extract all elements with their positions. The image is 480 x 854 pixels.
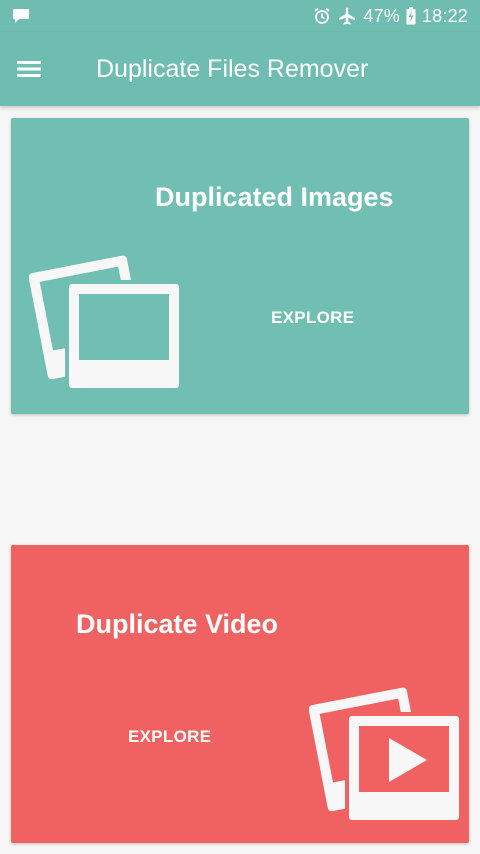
photos-icon: [29, 255, 179, 390]
status-bar: 47% 18:22: [0, 0, 480, 32]
status-icons: 47% 18:22: [313, 4, 468, 28]
menu-icon: [17, 61, 41, 77]
duplicate-video-title: Duplicate Video: [76, 609, 279, 639]
app-bar: Duplicate Files Remover: [0, 32, 480, 106]
duplicate-video-card[interactable]: Duplicate Video EXPLORE: [11, 545, 469, 843]
chat-notification-icon: [13, 9, 29, 23]
app-title: Duplicate Files Remover: [96, 55, 369, 83]
battery-percent: 47%: [363, 5, 400, 26]
explore-images-button[interactable]: EXPLORE: [271, 308, 354, 328]
video-photos-icon: [309, 687, 459, 822]
clock: 18:22: [421, 5, 468, 26]
menu-button[interactable]: [14, 55, 46, 83]
duplicated-images-title: Duplicated Images: [155, 182, 394, 212]
airplane-mode-icon: [339, 7, 356, 25]
explore-video-button[interactable]: EXPLORE: [128, 727, 211, 747]
duplicated-images-card[interactable]: Duplicated Images EXPLORE: [11, 118, 469, 414]
battery-charging-icon: [406, 7, 416, 25]
alarm-icon: [314, 7, 330, 24]
